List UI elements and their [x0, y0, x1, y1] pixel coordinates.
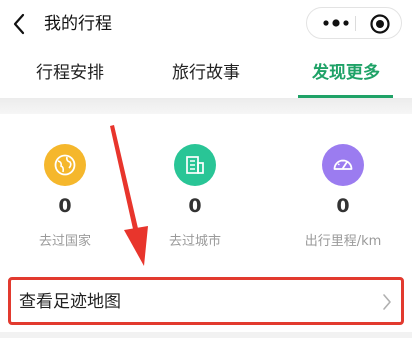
globe-icon	[44, 144, 86, 186]
tab-schedule[interactable]: 行程安排	[20, 48, 120, 98]
countries-label: 去过国家	[38, 234, 91, 249]
view-footprint-map-button[interactable]: 查看足迹地图	[8, 277, 404, 325]
tab-bar: 行程安排 旅行故事 发现更多	[0, 48, 412, 98]
speedometer-icon	[322, 144, 364, 186]
tab-travel-stories[interactable]: 旅行故事	[156, 48, 256, 98]
menu-capsule	[306, 7, 402, 39]
chevron-left-icon[interactable]	[6, 10, 34, 38]
mileage-label: 出行里程/km	[304, 234, 382, 249]
more-dots-icon[interactable]	[321, 17, 351, 29]
cities-label: 去过城市	[168, 234, 221, 249]
building-icon	[174, 144, 216, 186]
record-close-icon[interactable]	[369, 13, 391, 35]
cities-count: 0	[188, 195, 202, 217]
page-title: 我的行程	[44, 14, 112, 34]
footprint-map-label: 查看足迹地图	[19, 292, 121, 312]
bottom-divider	[0, 332, 412, 338]
capsule-divider	[355, 16, 356, 31]
chevron-right-icon	[383, 294, 391, 310]
mileage-count: 0	[336, 195, 350, 217]
section-divider	[0, 98, 412, 114]
countries-count: 0	[58, 195, 72, 217]
navigation-bar: 我的行程	[0, 0, 412, 48]
tab-discover-more[interactable]: 发现更多	[296, 48, 396, 98]
